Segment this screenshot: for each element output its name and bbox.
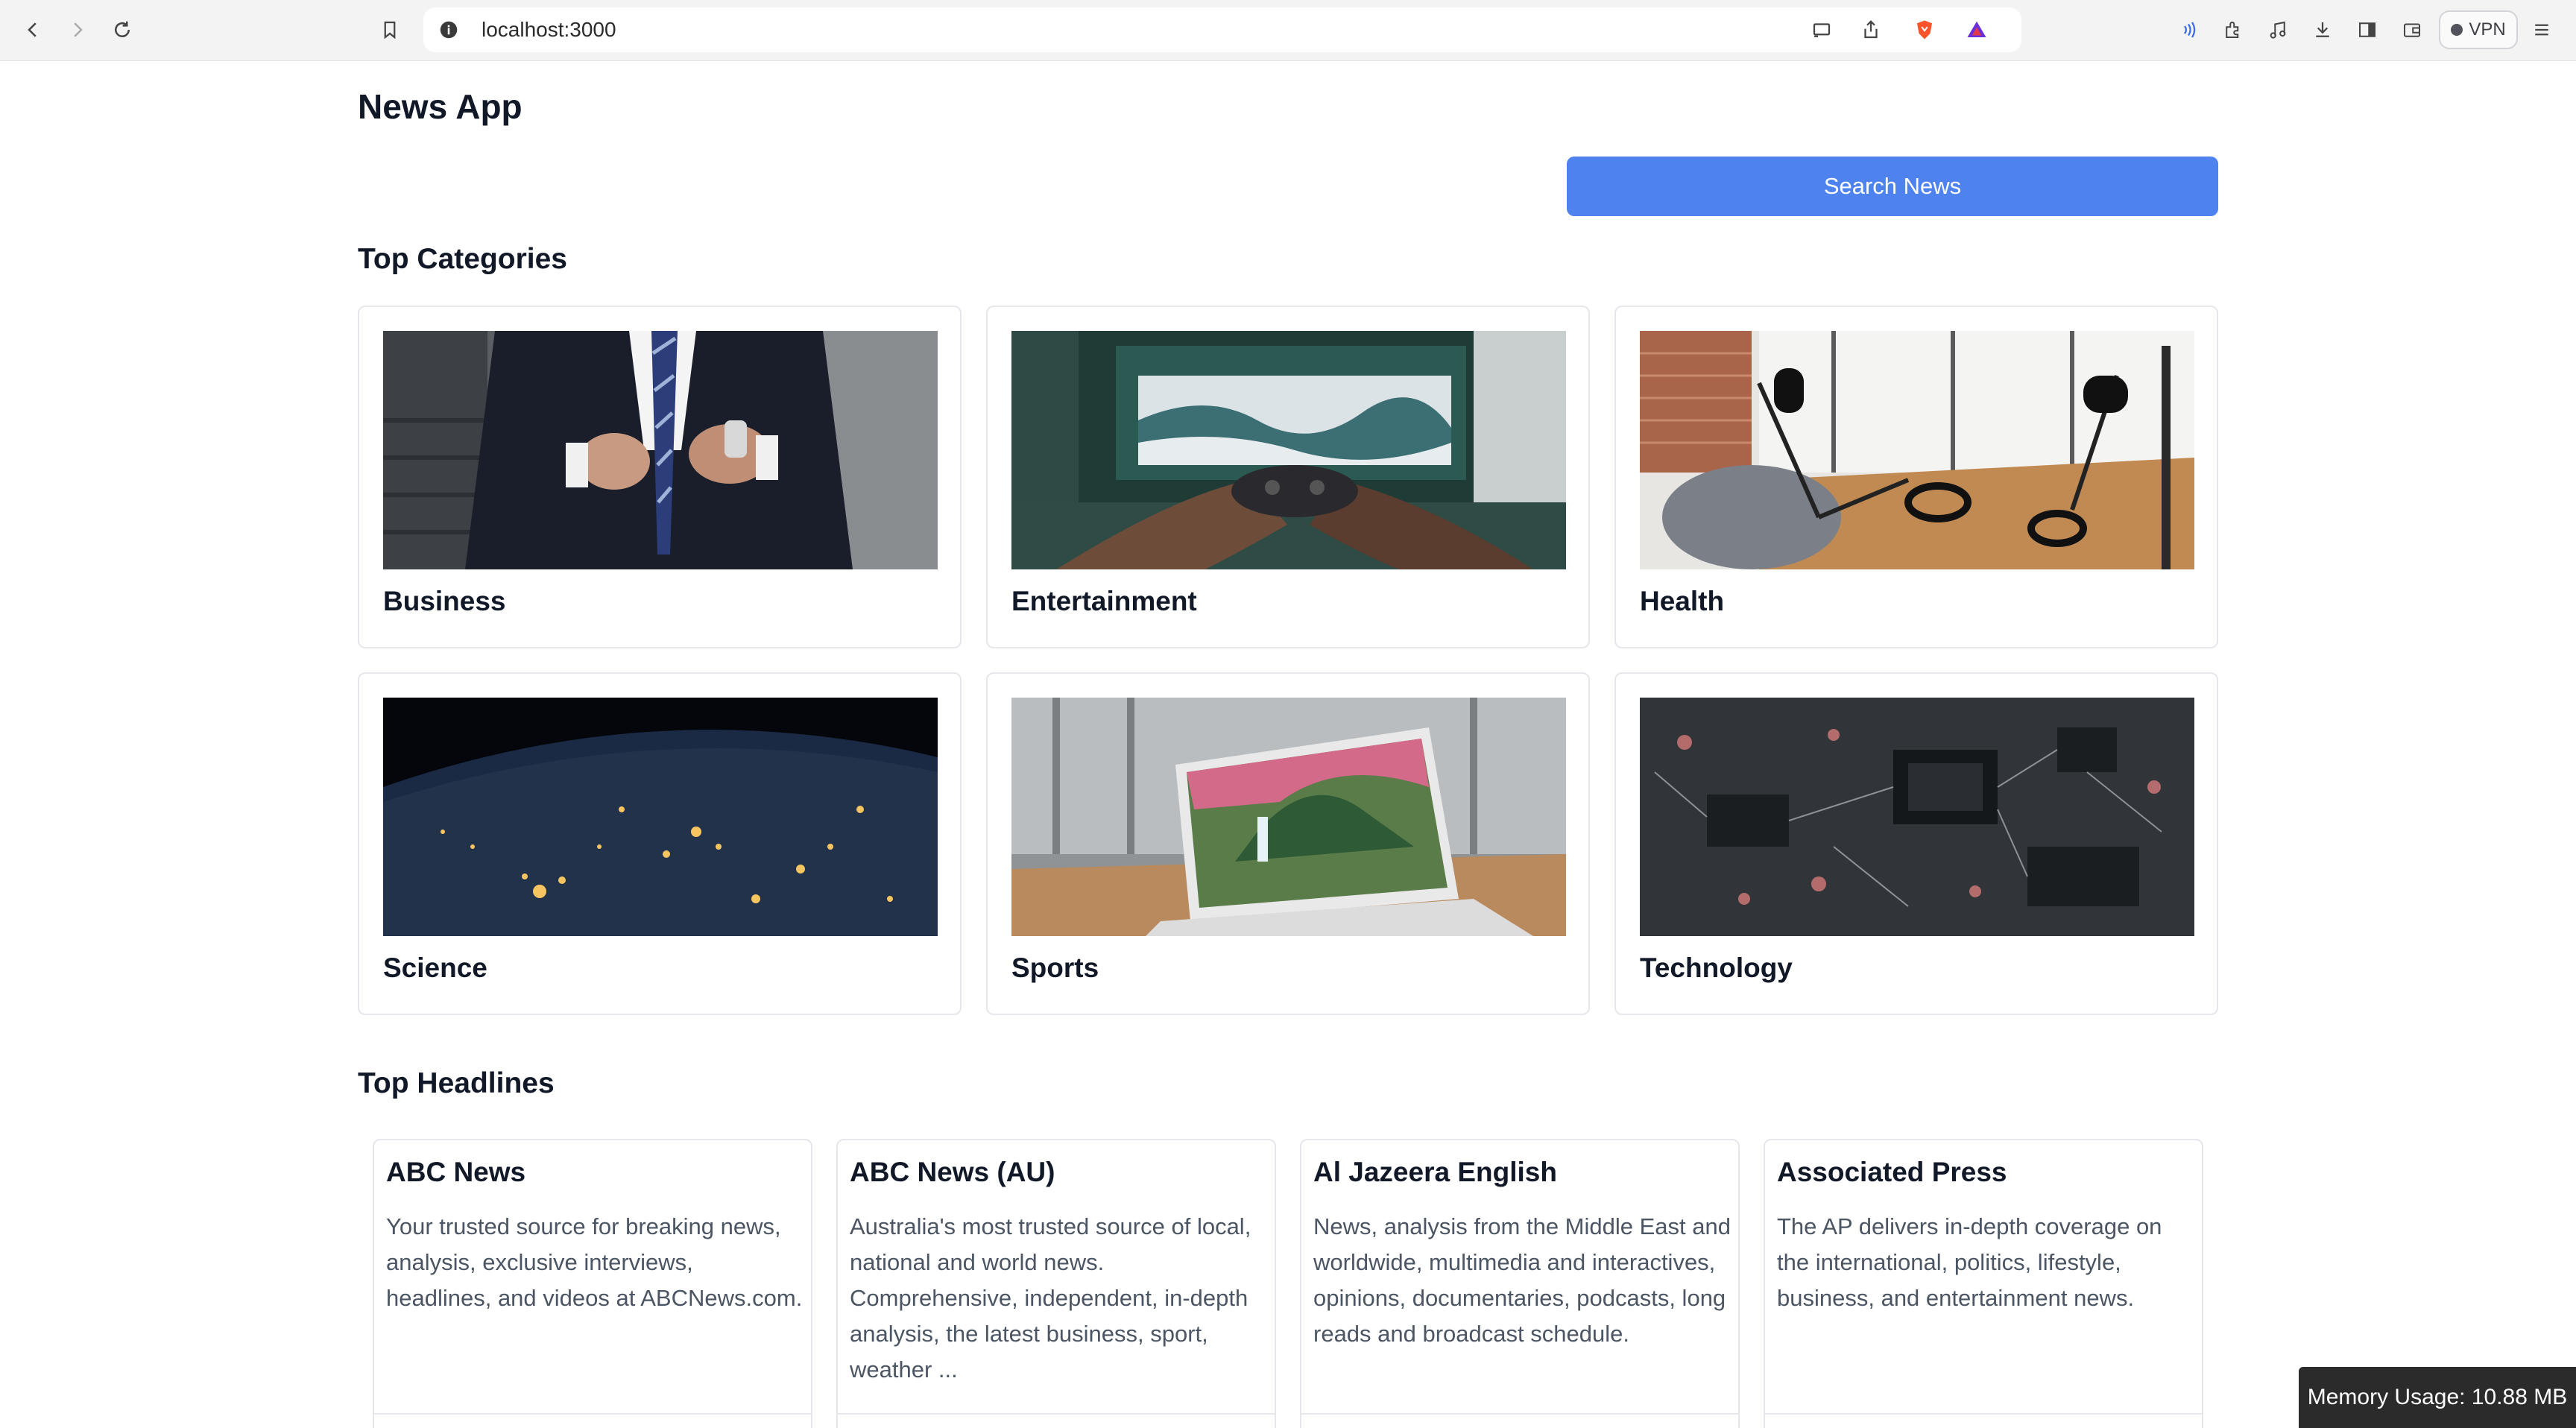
- headline-description: News, analysis from the Middle East and …: [1313, 1213, 1731, 1347]
- download-icon[interactable]: [2309, 16, 2336, 43]
- extensions-icon[interactable]: [2220, 16, 2247, 43]
- divider: [838, 1413, 1275, 1415]
- category-card-science[interactable]: Science: [358, 672, 962, 1015]
- technology-image: [1640, 698, 2194, 936]
- chevron-right-icon: [74, 22, 83, 37]
- reload-button[interactable]: [107, 15, 137, 45]
- headline-source: Al Jazeera English: [1313, 1157, 1557, 1187]
- headline-description: Your trusted source for breaking news, a…: [386, 1213, 803, 1311]
- brave-shield-icon[interactable]: [1911, 16, 1938, 43]
- sports-image: [1011, 698, 1566, 936]
- search-news-button[interactable]: Search News: [1567, 157, 2218, 216]
- headline-source: ABC News: [386, 1157, 526, 1187]
- chevron-left-icon: [28, 22, 37, 37]
- science-image: [383, 698, 938, 936]
- wallet-icon[interactable]: [2399, 16, 2425, 43]
- headline-source: Associated Press: [1777, 1157, 2007, 1187]
- divider: [1765, 1413, 2202, 1415]
- divider: [1301, 1413, 1738, 1415]
- url-text: localhost:3000: [482, 18, 616, 41]
- sidebar-icon[interactable]: [2354, 16, 2381, 43]
- health-image: [1640, 331, 2194, 569]
- memory-usage-indicator: Memory Usage: 10.88 MB: [2299, 1367, 2576, 1428]
- category-label: Sports: [1011, 952, 1099, 983]
- entertainment-image: [1011, 331, 1566, 569]
- category-card-technology[interactable]: Technology: [1614, 672, 2218, 1015]
- category-label: Entertainment: [1011, 586, 1197, 616]
- hamburger-menu-icon: [2535, 24, 2548, 36]
- category-card-sports[interactable]: Sports: [986, 672, 1590, 1015]
- back-button[interactable]: [18, 15, 48, 45]
- category-label: Science: [383, 952, 487, 983]
- cast-icon[interactable]: [1808, 16, 1835, 43]
- forward-button[interactable]: [63, 15, 92, 45]
- brave-rewards-icon[interactable]: [1963, 16, 1990, 43]
- category-label: Health: [1640, 586, 1725, 616]
- page-title: News App: [358, 87, 523, 126]
- bookmark-button[interactable]: [376, 16, 403, 43]
- category-label: Business: [383, 586, 506, 616]
- category-card-business[interactable]: Business: [358, 306, 962, 648]
- reload-icon: [115, 21, 130, 37]
- site-info-icon[interactable]: [435, 16, 462, 43]
- business-image: [383, 331, 938, 569]
- vpn-label: VPN: [2469, 19, 2506, 40]
- headline-card[interactable]: Associated Press The AP delivers in-dept…: [1764, 1139, 2203, 1428]
- vpn-button[interactable]: VPN: [2439, 10, 2518, 49]
- headline-source: ABC News (AU): [850, 1157, 1055, 1187]
- category-label: Technology: [1640, 952, 1793, 983]
- divider: [374, 1413, 811, 1415]
- browser-toolbar: localhost:3000 VPN: [0, 0, 2576, 61]
- share-icon[interactable]: [1857, 16, 1884, 43]
- menu-button[interactable]: [2528, 16, 2555, 43]
- top-headlines-heading: Top Headlines: [358, 1067, 555, 1099]
- bookmark-icon: [384, 21, 396, 40]
- headline-description: The AP delivers in-depth coverage on the…: [1777, 1213, 2162, 1311]
- headline-card[interactable]: ABC News Your trusted source for breakin…: [373, 1139, 812, 1428]
- category-card-entertainment[interactable]: Entertainment: [986, 306, 1590, 648]
- top-categories-heading: Top Categories: [358, 243, 567, 275]
- category-card-health[interactable]: Health: [1614, 306, 2218, 648]
- headline-card[interactable]: Al Jazeera English News, analysis from t…: [1300, 1139, 1740, 1428]
- speech-icon[interactable]: [2175, 16, 2202, 43]
- headline-description: Australia's most trusted source of local…: [850, 1213, 1251, 1383]
- headline-card[interactable]: ABC News (AU) Australia's most trusted s…: [836, 1139, 1276, 1428]
- vpn-status-icon: [2451, 24, 2463, 36]
- address-bar[interactable]: [423, 7, 2021, 52]
- music-icon[interactable]: [2264, 16, 2291, 43]
